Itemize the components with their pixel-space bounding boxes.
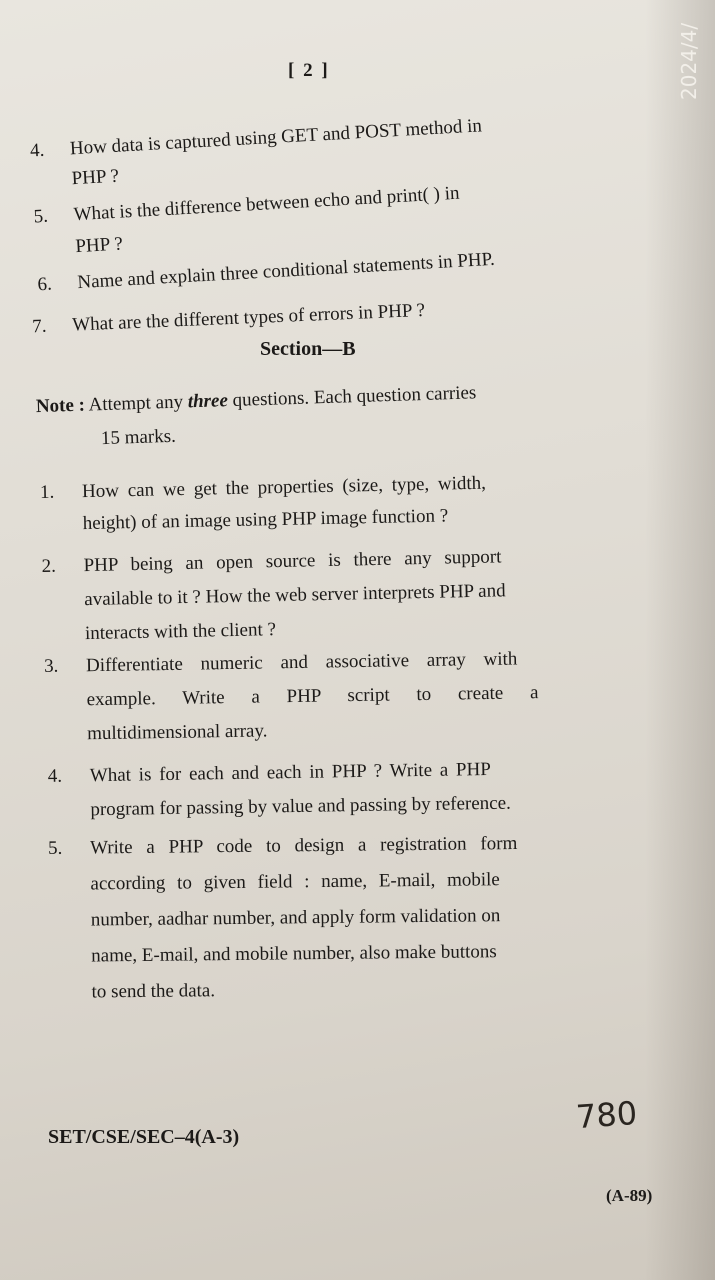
question-text: name, E-mail, and mobile number, also ma… xyxy=(91,941,497,967)
paper-code: SET/CSE/SEC–4(A-3) xyxy=(48,1126,240,1148)
question-text: Write a PHP code to design a registratio… xyxy=(89,833,518,859)
question-text: to send the data. xyxy=(91,980,216,1003)
handwritten-number: 780 xyxy=(574,1093,639,1137)
page-identifier: (A-89) xyxy=(606,1186,653,1205)
section-b-questions-3: 5. Write a PHP code to design a registra… xyxy=(0,0,715,1003)
question-number: 5. xyxy=(47,837,63,859)
question-text: according to given field : name, E-mail,… xyxy=(90,869,500,895)
question-text: number, aadhar number, and apply form va… xyxy=(90,905,501,931)
